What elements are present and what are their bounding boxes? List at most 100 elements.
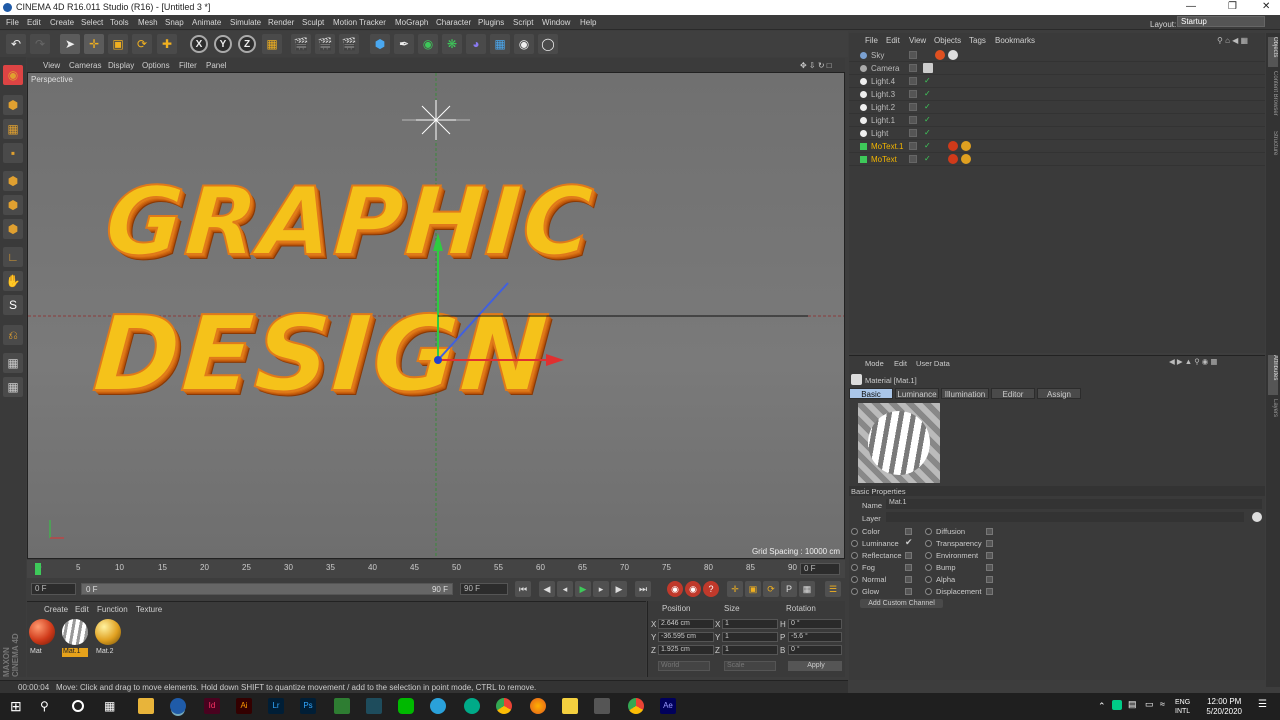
attr-menu-edit[interactable]: Edit	[894, 359, 907, 368]
material-ball-mat2[interactable]	[95, 619, 121, 645]
playhead[interactable]	[35, 563, 41, 575]
obj-search-home-icons[interactable]: ⚲ ⌂ ◀ ▦	[1217, 36, 1248, 45]
rotation-h-field[interactable]: 0 °	[788, 619, 842, 629]
material-name-mat[interactable]: Mat	[29, 648, 55, 657]
solo-icon[interactable]: ▦	[3, 377, 23, 397]
viewport-menu-panel[interactable]: Panel	[206, 61, 226, 70]
object-name[interactable]: Light.1	[871, 116, 895, 125]
chrome-icon[interactable]	[496, 698, 512, 714]
enabled-check-icon[interactable]: ✓	[924, 89, 931, 98]
wifi-icon[interactable]: ≈	[1160, 699, 1165, 709]
channel-reflectance-checkbox[interactable]	[905, 552, 912, 559]
rotation-b-field[interactable]: 0 °	[788, 645, 842, 655]
material-name-mat2[interactable]: Mat.2	[95, 648, 121, 657]
notifications-icon[interactable]: ☰	[1258, 699, 1267, 710]
play-icon[interactable]: ▶	[575, 581, 591, 597]
menu-window[interactable]: Window	[542, 18, 570, 27]
animate-radio[interactable]	[925, 528, 932, 535]
record-active-icon[interactable]: ◉	[667, 581, 683, 597]
texture-mode-icon[interactable]: ▦	[3, 119, 23, 139]
layer-field[interactable]	[886, 512, 1244, 522]
after-effects-icon[interactable]: Ae	[660, 698, 676, 714]
coordinate-mode-dropdown[interactable]: World	[658, 661, 710, 671]
maximize-icon[interactable]: ❐	[1228, 1, 1237, 12]
make-editable-icon[interactable]: ◉	[3, 65, 23, 85]
attr-menu-user-data[interactable]: User Data	[916, 359, 950, 368]
tab-content-browser[interactable]: Content Browser	[1268, 71, 1278, 127]
menu-simulate[interactable]: Simulate	[230, 18, 261, 27]
object-name[interactable]: MoText.1	[871, 142, 903, 151]
line-app-icon[interactable]	[398, 698, 414, 714]
enabled-check-icon[interactable]: ✓	[924, 115, 931, 124]
menu-create[interactable]: Create	[50, 18, 74, 27]
viewport-menu-display[interactable]: Display	[108, 61, 134, 70]
material-tag-icon[interactable]	[948, 50, 958, 60]
battery-icon[interactable]: ▭	[1145, 699, 1154, 710]
object-row-motext1[interactable]: MoText.1 ✓	[849, 140, 1265, 153]
render-picture-viewer-icon[interactable]: 🎬	[315, 34, 335, 54]
animate-radio[interactable]	[851, 588, 858, 595]
channel-glow-checkbox[interactable]	[905, 588, 912, 595]
object-name[interactable]: Sky	[871, 51, 884, 60]
menu-motion-tracker[interactable]: Motion Tracker	[333, 18, 386, 27]
scale-tool-icon[interactable]: ▣	[108, 34, 128, 54]
enabled-check-icon[interactable]: ✓	[924, 76, 931, 85]
key-pla-icon[interactable]: ▦	[799, 581, 815, 597]
next-key-icon[interactable]: ▶	[611, 581, 627, 597]
model-mode-icon[interactable]: ⬢	[3, 95, 23, 115]
menu-mograph[interactable]: MoGraph	[395, 18, 428, 27]
visibility-toggle[interactable]	[909, 90, 917, 98]
input-language[interactable]: ENG INTL	[1175, 698, 1190, 716]
redo-icon[interactable]: ↷	[30, 34, 50, 54]
attr-nav-icons[interactable]: ◀ ▶ ▲ ⚲ ◉ ▦	[1169, 357, 1218, 366]
visibility-toggle[interactable]	[909, 51, 917, 59]
x-axis-lock-icon[interactable]: X	[190, 35, 208, 53]
object-row-light3[interactable]: Light.3 ✓	[849, 88, 1265, 101]
goto-end-icon[interactable]: ⏭	[635, 581, 651, 597]
firefox-icon[interactable]	[530, 698, 546, 714]
menu-mesh[interactable]: Mesh	[138, 18, 158, 27]
obj-menu-view[interactable]: View	[909, 36, 926, 45]
object-row-light[interactable]: Light ✓	[849, 127, 1265, 140]
cortana-icon[interactable]	[72, 700, 84, 712]
tab-objects[interactable]: Objects	[1268, 37, 1278, 67]
apply-button[interactable]: Apply	[788, 661, 842, 671]
visibility-toggle[interactable]	[909, 155, 917, 163]
cube-primitive-icon[interactable]: ⬢	[370, 34, 390, 54]
tweak-mode-icon[interactable]: ✋	[3, 271, 23, 291]
obj-menu-objects[interactable]: Objects	[934, 36, 961, 45]
autokey-icon[interactable]: ◉	[685, 581, 701, 597]
coordinate-system-icon[interactable]: ▦	[262, 34, 282, 54]
object-name[interactable]: Light	[871, 129, 888, 138]
array-generator-icon[interactable]: ❋	[442, 34, 462, 54]
channel-fog-checkbox[interactable]	[905, 564, 912, 571]
tab-layers[interactable]: Layers	[1268, 399, 1278, 425]
position-z-field[interactable]: 1.925 cm	[658, 645, 714, 655]
deformer-icon[interactable]: ◕	[466, 34, 486, 54]
move-gizmo[interactable]	[28, 73, 845, 559]
obj-menu-edit[interactable]: Edit	[886, 36, 900, 45]
object-row-light1[interactable]: Light.1 ✓	[849, 114, 1265, 127]
material-tag-icon[interactable]	[961, 141, 971, 151]
channel-environment-checkbox[interactable]	[986, 552, 993, 559]
timeline-window-icon[interactable]: ☰	[825, 581, 841, 597]
snapping-icon[interactable]: S	[3, 295, 23, 315]
search-icon[interactable]: ⚲	[40, 698, 56, 714]
cinema4d-taskbar-icon[interactable]	[170, 698, 186, 714]
subdivision-surface-icon[interactable]: ◉	[418, 34, 438, 54]
end-frame-field[interactable]: 90 F	[460, 583, 508, 595]
viewport-menu-view[interactable]: View	[43, 61, 60, 70]
workplane-mode-icon[interactable]: ▪	[3, 143, 23, 163]
channel-transparency-checkbox[interactable]	[986, 540, 993, 547]
telegram-icon[interactable]	[430, 698, 446, 714]
size-z-field[interactable]: 1	[722, 645, 778, 655]
animate-radio[interactable]	[851, 576, 858, 583]
obj-menu-bookmarks[interactable]: Bookmarks	[995, 36, 1035, 45]
channel-bump-checkbox[interactable]	[986, 564, 993, 571]
tab-luminance[interactable]: Luminance	[895, 388, 939, 399]
indesign-icon[interactable]: Id	[204, 698, 220, 714]
object-row-light4[interactable]: Light.4 ✓	[849, 75, 1265, 88]
z-axis-lock-icon[interactable]: Z	[238, 35, 256, 53]
calculator-icon[interactable]	[594, 698, 610, 714]
current-frame-field[interactable]: 0 F	[800, 563, 840, 575]
